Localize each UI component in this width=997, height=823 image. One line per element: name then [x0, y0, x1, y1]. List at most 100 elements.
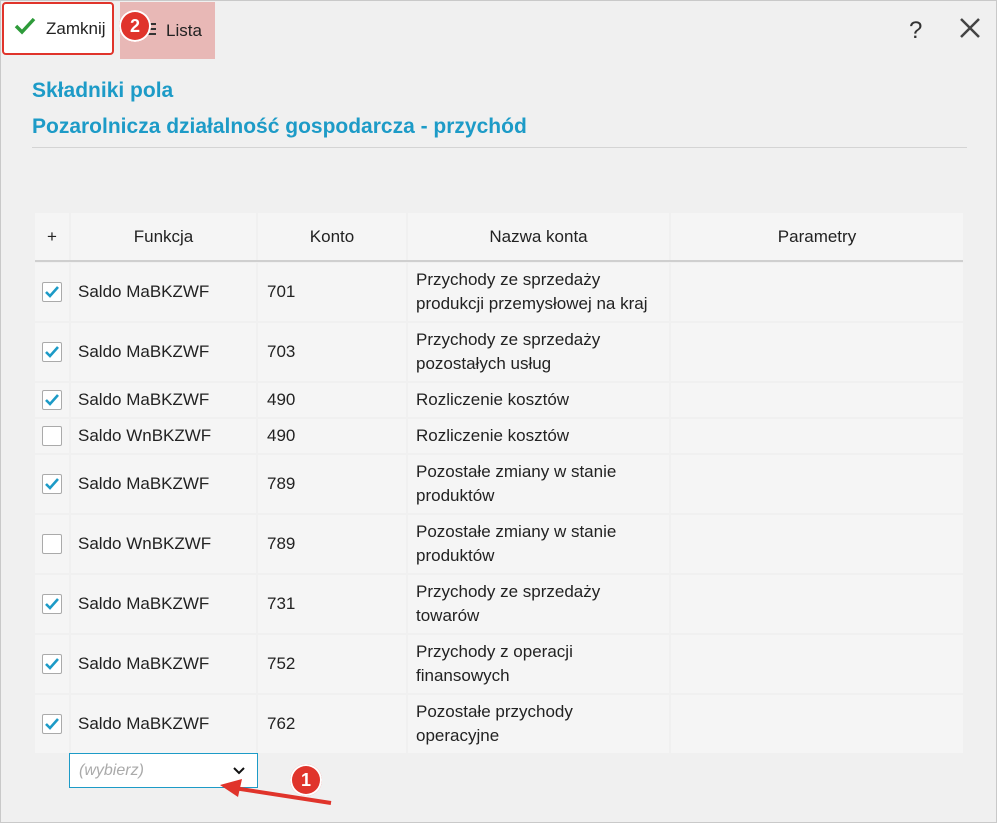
nazwa-konta-line: produktów — [416, 546, 495, 565]
row-checkbox-checked[interactable] — [42, 654, 62, 674]
step-badge-2: 2 — [119, 10, 151, 42]
nazwa-konta-cell: Przychody z operacji finansowych — [408, 635, 669, 693]
page-subtitle: Pozarolnicza działalność gospodarcza - p… — [32, 115, 527, 138]
column-header-parametry[interactable]: Parametry — [671, 213, 963, 260]
row-checkbox-checked[interactable] — [42, 282, 62, 302]
konto-value: 731 — [267, 594, 296, 613]
funkcja-cell[interactable]: Saldo MaBKZWF — [71, 455, 256, 513]
konto-cell[interactable]: 490 — [258, 383, 406, 417]
parametry-cell[interactable] — [671, 419, 963, 453]
column-header-nazwa-konta[interactable]: Nazwa konta — [408, 213, 669, 260]
funkcja-cell[interactable]: Saldo WnBKZWF — [71, 515, 256, 573]
konto-value: 703 — [267, 342, 296, 361]
konto-cell[interactable]: 762 — [258, 695, 406, 753]
nazwa-konta-line: finansowych — [416, 666, 510, 685]
toolbar: Zamknij Lista 2 ? — [1, 1, 996, 59]
funkcja-value: Saldo MaBKZWF — [78, 474, 210, 493]
funkcja-cell[interactable]: Saldo MaBKZWF — [71, 323, 256, 381]
help-button[interactable]: ? — [909, 17, 922, 45]
nazwa-konta-cell: Rozliczenie kosztów — [408, 383, 669, 417]
checkmark-icon — [14, 15, 36, 42]
funkcja-value: Saldo WnBKZWF — [78, 534, 212, 553]
parametry-cell[interactable] — [671, 575, 963, 633]
row-checkbox-checked[interactable] — [42, 594, 62, 614]
checkmark-icon — [45, 478, 59, 490]
row-checkbox[interactable] — [42, 534, 62, 554]
nazwa-konta-line: towarów — [416, 606, 480, 625]
nazwa-konta-line: Przychody ze sprzedaży — [416, 330, 601, 349]
nazwa-konta-line: Rozliczenie kosztów — [416, 390, 570, 409]
konto-value: 789 — [267, 534, 296, 553]
parametry-cell[interactable] — [671, 455, 963, 513]
konto-cell[interactable]: 789 — [258, 455, 406, 513]
row-checkbox-cell — [35, 419, 69, 453]
list-button-label: Lista — [166, 20, 202, 40]
row-checkbox-checked[interactable] — [42, 342, 62, 362]
parametry-cell[interactable] — [671, 323, 963, 381]
funkcja-select-placeholder: (wybierz) — [79, 761, 144, 779]
checkmark-icon — [45, 286, 59, 298]
parametry-cell[interactable] — [671, 383, 963, 417]
funkcja-value: Saldo MaBKZWF — [78, 714, 210, 733]
row-checkbox-cell — [35, 695, 69, 753]
nazwa-konta-line: Pozostałe przychody — [416, 702, 573, 721]
row-checkbox-checked[interactable] — [42, 714, 62, 734]
konto-cell[interactable]: 752 — [258, 635, 406, 693]
window-close-icon[interactable] — [957, 15, 983, 41]
funkcja-cell[interactable]: Saldo MaBKZWF — [71, 575, 256, 633]
nazwa-konta-cell: Przychody ze sprzedaży produkcji przemysł… — [408, 263, 669, 321]
row-checkbox[interactable] — [42, 426, 62, 446]
nazwa-konta-line: Pozostałe zmiany w stanie — [416, 522, 617, 541]
funkcja-value: Saldo WnBKZWF — [78, 426, 212, 445]
nazwa-konta-line: Przychody z operacji — [416, 642, 573, 661]
parametry-cell[interactable] — [671, 635, 963, 693]
nazwa-konta-cell: Przychody ze sprzedaży pozostałych usług — [408, 323, 669, 381]
funkcja-cell[interactable]: Saldo WnBKZWF — [71, 419, 256, 453]
nazwa-konta-cell: Pozostałe przychody operacyjne — [408, 695, 669, 753]
title-divider — [32, 147, 967, 148]
nazwa-konta-line: Pozostałe zmiany w stanie — [416, 462, 617, 481]
funkcja-cell[interactable]: Saldo MaBKZWF — [71, 695, 256, 753]
checkmark-icon — [45, 394, 59, 406]
funkcja-value: Saldo MaBKZWF — [78, 390, 210, 409]
add-row-header[interactable]: + — [35, 213, 69, 260]
konto-value: 701 — [267, 282, 296, 301]
column-header-konto[interactable]: Konto — [258, 213, 406, 260]
nazwa-konta-cell: Przychody ze sprzedaży towarów — [408, 575, 669, 633]
row-checkbox-cell — [35, 455, 69, 513]
nazwa-konta-cell: Rozliczenie kosztów — [408, 419, 669, 453]
parametry-cell[interactable] — [671, 695, 963, 753]
checkmark-icon — [45, 346, 59, 358]
funkcja-cell[interactable]: Saldo MaBKZWF — [71, 383, 256, 417]
konto-value: 762 — [267, 714, 296, 733]
konto-value: 490 — [267, 426, 296, 445]
checkmark-icon — [45, 658, 59, 670]
konto-cell[interactable]: 701 — [258, 263, 406, 321]
konto-cell[interactable]: 703 — [258, 323, 406, 381]
funkcja-cell[interactable]: Saldo MaBKZWF — [71, 635, 256, 693]
konto-value: 490 — [267, 390, 296, 409]
funkcja-value: Saldo MaBKZWF — [78, 282, 210, 301]
nazwa-konta-line: Rozliczenie kosztów — [416, 426, 570, 445]
row-checkbox-cell — [35, 383, 69, 417]
nazwa-konta-line: operacyjne — [416, 726, 500, 745]
parametry-cell[interactable] — [671, 263, 963, 321]
konto-cell[interactable]: 490 — [258, 419, 406, 453]
row-checkbox-checked[interactable] — [42, 390, 62, 410]
funkcja-cell[interactable]: Saldo MaBKZWF — [71, 263, 256, 321]
funkcja-value: Saldo MaBKZWF — [78, 654, 210, 673]
row-checkbox-checked[interactable] — [42, 474, 62, 494]
dialog-window: Zamknij Lista 2 ? Składniki pola Pozarol… — [0, 0, 997, 823]
close-button[interactable]: Zamknij — [2, 2, 114, 55]
funkcja-value: Saldo MaBKZWF — [78, 342, 210, 361]
column-header-funkcja[interactable]: Funkcja — [71, 213, 256, 260]
konto-cell[interactable]: 789 — [258, 515, 406, 573]
konto-value: 789 — [267, 474, 296, 493]
checkmark-icon — [45, 718, 59, 730]
konto-cell[interactable]: 731 — [258, 575, 406, 633]
nazwa-konta-cell: Pozostałe zmiany w stanie produktów — [408, 515, 669, 573]
nazwa-konta-line: produktów — [416, 486, 495, 505]
checkmark-icon — [45, 598, 59, 610]
parametry-cell[interactable] — [671, 515, 963, 573]
close-button-label: Zamknij — [46, 18, 106, 38]
